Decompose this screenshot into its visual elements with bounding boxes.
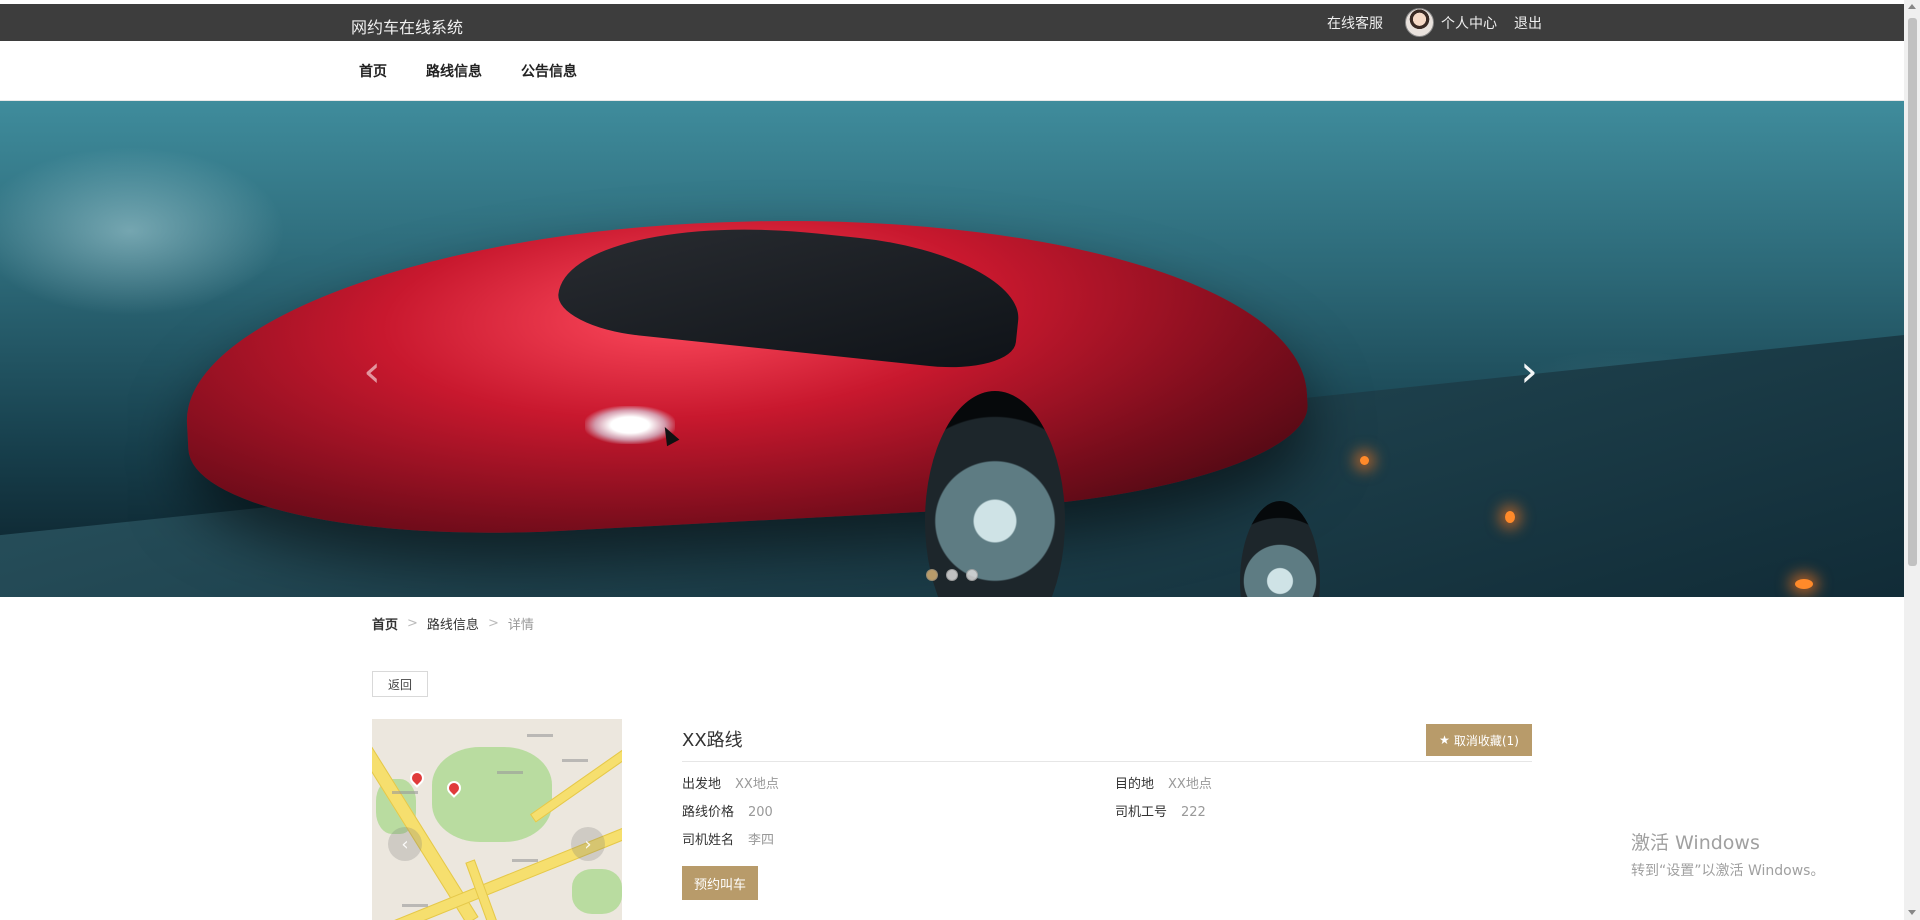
field-value: 222 (1181, 805, 1206, 820)
map-park (572, 869, 622, 914)
main-navbar: 首页 路线信息 公告信息 (0, 41, 1904, 101)
banner-car-taillight (585, 406, 675, 444)
online-service-link[interactable]: 在线客服 (1327, 13, 1383, 33)
field-driver-name: 司机姓名 李四 (682, 829, 774, 848)
carousel-dot[interactable] (946, 569, 958, 581)
windows-activation-watermark: 激活 Windows 转到“设置”以激活 Windows。 (1631, 828, 1824, 880)
field-value: 200 (748, 805, 773, 820)
scrollbar-thumb[interactable] (1908, 18, 1917, 566)
field-value: XX地点 (735, 777, 779, 792)
field-value: 李四 (748, 833, 775, 848)
scroll-up-icon[interactable] (1908, 4, 1916, 9)
carousel-indicators (926, 569, 978, 581)
carousel-prev-icon[interactable]: ‹ (352, 336, 392, 406)
field-label: 目的地 (1115, 777, 1155, 792)
page-scrollbar[interactable] (1904, 0, 1920, 920)
map-next-icon[interactable]: › (571, 827, 605, 861)
field-price: 路线价格 200 (682, 801, 773, 820)
logout-link[interactable]: 退出 (1514, 13, 1542, 33)
breadcrumb-separator: > (407, 616, 418, 631)
watermark-line-2: 转到“设置”以激活 Windows。 (1631, 863, 1825, 879)
book-ride-button[interactable]: 预约叫车 (682, 866, 758, 900)
nav-item-home[interactable]: 首页 (359, 61, 387, 81)
field-destination: 目的地 XX地点 (1115, 773, 1212, 792)
map-label-mark (512, 859, 538, 862)
breadcrumb: 首页 > 路线信息 > 详情 (372, 614, 534, 633)
field-driver-id: 司机工号 222 (1115, 801, 1206, 820)
nav-item-notices[interactable]: 公告信息 (521, 61, 577, 81)
nav-item-routes[interactable]: 路线信息 (426, 61, 482, 81)
banner-ember (1360, 456, 1369, 465)
unfavorite-label: 取消收藏(1) (1453, 733, 1519, 748)
field-label: 路线价格 (682, 805, 735, 820)
map-prev-icon[interactable]: ‹ (388, 827, 422, 861)
route-title: XX路线 (682, 719, 1532, 762)
breadcrumb-current: 详情 (507, 618, 534, 633)
map-label-mark (392, 791, 418, 794)
carousel-dot[interactable] (966, 569, 978, 581)
carousel-dot[interactable] (926, 569, 938, 581)
field-label: 司机工号 (1115, 805, 1168, 820)
top-bar-actions: 在线客服 个人中心 退出 (1327, 4, 1542, 41)
field-label: 出发地 (682, 777, 722, 792)
map-label-mark (402, 904, 428, 907)
hero-carousel[interactable]: ‹ › (0, 101, 1904, 597)
profile-link[interactable]: 个人中心 (1441, 13, 1497, 33)
unfavorite-button[interactable]: ★ 取消收藏(1) (1426, 724, 1532, 756)
field-departure: 出发地 XX地点 (682, 773, 779, 792)
map-label-mark (527, 734, 553, 737)
map-label-mark (562, 759, 588, 762)
map-label-mark (497, 771, 523, 774)
breadcrumb-routes[interactable]: 路线信息 (427, 614, 479, 633)
site-brand[interactable]: 网约车在线系统 (351, 14, 463, 38)
field-value: XX地点 (1168, 777, 1212, 792)
nav-menu: 首页 路线信息 公告信息 (359, 41, 577, 101)
user-avatar[interactable] (1405, 8, 1434, 37)
back-button[interactable]: 返回 (372, 671, 428, 697)
watermark-line-1: 激活 Windows (1631, 832, 1760, 854)
banner-ember (1795, 579, 1813, 589)
star-icon: ★ (1439, 733, 1450, 747)
top-bar: 网约车在线系统 在线客服 个人中心 退出 (0, 4, 1904, 41)
scroll-down-icon[interactable] (1908, 910, 1916, 915)
route-map-image: ‹ › (372, 719, 622, 920)
carousel-next-icon[interactable]: › (1509, 336, 1549, 406)
banner-ember (1505, 511, 1515, 523)
field-label: 司机姓名 (682, 833, 735, 848)
breadcrumb-home[interactable]: 首页 (372, 614, 398, 633)
breadcrumb-separator: > (487, 616, 499, 631)
route-detail: XX路线 ★ 取消收藏(1) 出发地 XX地点 目的地 XX地点 路线价格 200 司… (682, 719, 1532, 900)
